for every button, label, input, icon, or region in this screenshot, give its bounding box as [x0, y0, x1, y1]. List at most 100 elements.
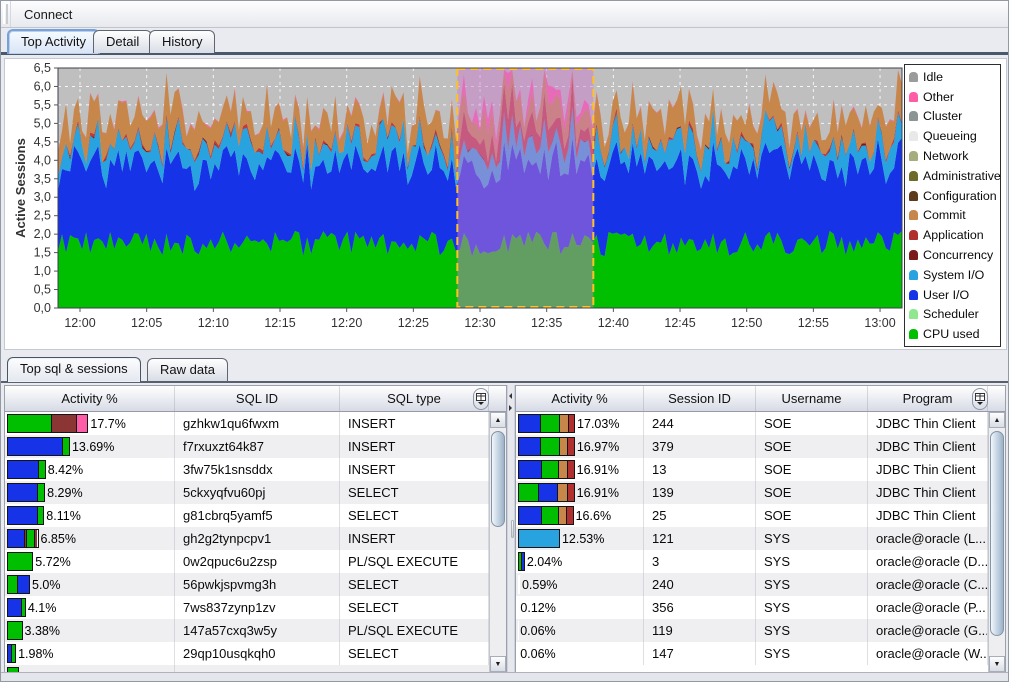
legend-swatch-icon: [909, 191, 918, 201]
bar-segment: [63, 438, 69, 455]
svg-text:12:10: 12:10: [198, 316, 229, 330]
table-row[interactable]: 3.38%147a57cxq3w5yPL/SQL EXECUTE: [5, 619, 489, 642]
col-header-activity[interactable]: Activity %: [5, 386, 175, 411]
scrollbar-thumb[interactable]: [491, 431, 505, 527]
connect-menu[interactable]: Connect: [15, 4, 81, 25]
scroll-up-icon[interactable]: ▲: [490, 412, 506, 428]
table-row[interactable]: 8.42%3fw75k1snsddxINSERT: [5, 458, 489, 481]
table-row[interactable]: 8.29%5ckxyqfvu60pjSELECT: [5, 481, 489, 504]
table-row[interactable]: 17.7%gzhkw1qu6fwxmINSERT: [5, 412, 489, 435]
activity-percent: 17.03%: [577, 417, 619, 431]
tab-detail[interactable]: Detail: [93, 30, 152, 53]
table-row[interactable]: 16.91%13SOEJDBC Thin Client: [516, 458, 988, 481]
svg-text:12:00: 12:00: [64, 316, 95, 330]
bar-segment: [8, 438, 63, 455]
sessions-table-scrollbar[interactable]: ▲ ▼: [988, 412, 1005, 672]
session-id-cell: 3: [644, 550, 756, 573]
bar-segment: [568, 484, 574, 501]
activity-bar: [7, 644, 16, 663]
svg-text:4,5: 4,5: [34, 135, 51, 149]
legend-swatch-icon: [909, 72, 918, 82]
scroll-down-icon[interactable]: ▼: [490, 656, 506, 672]
svg-text:1,0: 1,0: [34, 264, 51, 278]
table-row[interactable]: 8.11%g81cbrq5yamf5SELECT: [5, 504, 489, 527]
col-header-username[interactable]: Username: [756, 386, 868, 411]
col-header-session-id[interactable]: Session ID: [644, 386, 756, 411]
legend-item: Administrative: [909, 166, 1000, 186]
legend-label: Cluster: [923, 109, 962, 123]
activity-cell: 2.04%: [516, 550, 644, 573]
col-header-program[interactable]: Program: [868, 386, 988, 411]
username-cell: SYS: [756, 527, 868, 550]
table-row[interactable]: 12.53%121SYSoracle@oracle (L...: [516, 527, 988, 550]
bar-segment: [541, 415, 560, 432]
tab-top-activity[interactable]: Top Activity: [7, 29, 100, 54]
table-row[interactable]: 4.1%7ws837zynp1zvSELECT: [5, 596, 489, 619]
svg-text:12:05: 12:05: [131, 316, 162, 330]
table-row[interactable]: 5.72%0w2qpuc6u2zspPL/SQL EXECUTE: [5, 550, 489, 573]
scroll-down-icon[interactable]: ▼: [989, 656, 1005, 672]
svg-text:3,0: 3,0: [34, 190, 51, 204]
collapse-right-icon[interactable]: [509, 405, 512, 411]
svg-text:5,0: 5,0: [34, 116, 51, 130]
table-row[interactable]: 0.59%240SYSoracle@oracle (C...: [516, 573, 988, 596]
bar-segment: [558, 484, 567, 501]
table-row[interactable]: 16.97%379SOEJDBC Thin Client: [516, 435, 988, 458]
splitter-grip[interactable]: [511, 520, 514, 538]
legend-swatch-icon: [909, 309, 918, 319]
activity-cell: 1.98%: [5, 642, 175, 665]
activity-cell: 8.29%: [5, 481, 175, 504]
sql-table-scrollbar[interactable]: ▲ ▼: [489, 412, 506, 672]
table-row[interactable]: 17.03%244SOEJDBC Thin Client: [516, 412, 988, 435]
scrollbar-thumb[interactable]: [990, 431, 1004, 636]
sql-id-cell: f7rxuxzt64k87: [175, 435, 340, 458]
table-row[interactable]: 13.69%f7rxuxzt64k87INSERT: [5, 435, 489, 458]
legend-label: Commit: [923, 208, 966, 222]
table-row[interactable]: 2.04%3SYSoracle@oracle (D...: [516, 550, 988, 573]
program-cell: oracle@oracle (G...: [868, 619, 988, 642]
table-row[interactable]: 16.6%25SOEJDBC Thin Client: [516, 504, 988, 527]
svg-text:3,5: 3,5: [34, 172, 51, 186]
column-control-button[interactable]: [972, 388, 988, 410]
svg-text:1,5: 1,5: [34, 246, 51, 260]
table-row[interactable]: 0.06%147SYSoracle@oracle (W...: [516, 642, 988, 665]
legend-swatch-icon: [909, 151, 918, 161]
bar-segment: [38, 484, 44, 501]
legend-swatch-icon: [909, 230, 918, 240]
legend-label: CPU used: [923, 327, 979, 341]
legend-swatch-icon: [909, 270, 918, 280]
bar-segment: [560, 438, 569, 455]
tab-raw-data[interactable]: Raw data: [147, 358, 228, 381]
table-split-divider[interactable]: [507, 385, 515, 673]
bar-segment: [519, 507, 542, 524]
sessions-table-header: Activity % Session ID Username Program: [516, 386, 1005, 412]
active-sessions-chart[interactable]: 0,00,51,01,52,02,53,03,54,04,55,05,56,06…: [5, 59, 1006, 349]
tab-top-sql-sessions[interactable]: Top sql & sessions: [7, 357, 141, 382]
legend-item: Configuration: [909, 186, 1000, 206]
column-control-button[interactable]: [473, 388, 489, 410]
table-row[interactable]: 6.85%gh2g2tynpcpv1INSERT: [5, 527, 489, 550]
legend-item: Idle: [909, 67, 1000, 87]
col-header-sql-id[interactable]: SQL ID: [175, 386, 340, 411]
toolbar-grip[interactable]: [3, 4, 8, 24]
bar-segment: [39, 461, 45, 478]
chart-legend: IdleOtherClusterQueueingNetworkAdministr…: [904, 64, 1001, 347]
activity-percent: 17.7%: [90, 417, 125, 431]
table-row-partial[interactable]: [5, 665, 489, 672]
tab-history[interactable]: History: [149, 30, 215, 53]
program-cell: oracle@oracle (L...: [868, 527, 988, 550]
col-header-activity[interactable]: Activity %: [516, 386, 644, 411]
table-row[interactable]: 1.98%29qp10usqkqh0SELECT: [5, 642, 489, 665]
table-row[interactable]: 16.91%139SOEJDBC Thin Client: [516, 481, 988, 504]
table-row[interactable]: 0.06%119SYSoracle@oracle (G...: [516, 619, 988, 642]
collapse-left-icon[interactable]: [509, 393, 512, 399]
activity-bar: [7, 598, 26, 617]
activity-percent: 16.6%: [576, 509, 611, 523]
bar-segment: [560, 415, 569, 432]
col-header-sql-type[interactable]: SQL type: [340, 386, 489, 411]
activity-cell: 16.97%: [516, 435, 644, 458]
table-row[interactable]: 0.12%356SYSoracle@oracle (P...: [516, 596, 988, 619]
table-row[interactable]: 5.0%56pwkjspvmg3hSELECT: [5, 573, 489, 596]
scroll-up-icon[interactable]: ▲: [989, 412, 1005, 428]
sql-type-cell: SELECT: [340, 504, 489, 527]
